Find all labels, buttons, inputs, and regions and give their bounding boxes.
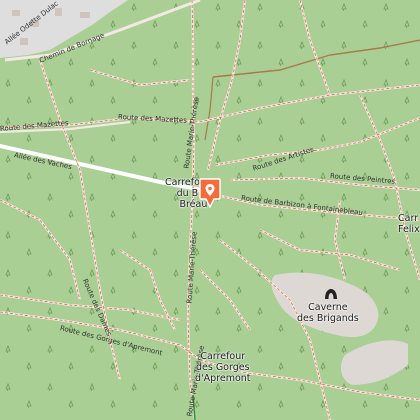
label-carrefour-felix: Carr Felix (398, 213, 420, 236)
label-caverne-des-brigands: Caverne des Brigands (297, 302, 359, 325)
map-canvas[interactable]: Allée Odette Dulac Chemin de Bornage Rou… (0, 0, 420, 420)
carrefour-gorges-line3: d'Apremont (195, 372, 251, 384)
caverne-line2: des Brigands (297, 312, 359, 324)
carrefour-felix-line2: Felix (398, 223, 420, 235)
label-carrefour-des-gorges: Carrefour des Gorges d'Apremont (195, 351, 251, 385)
cave-icon[interactable] (324, 288, 338, 300)
map-pin-icon[interactable] (199, 178, 221, 208)
